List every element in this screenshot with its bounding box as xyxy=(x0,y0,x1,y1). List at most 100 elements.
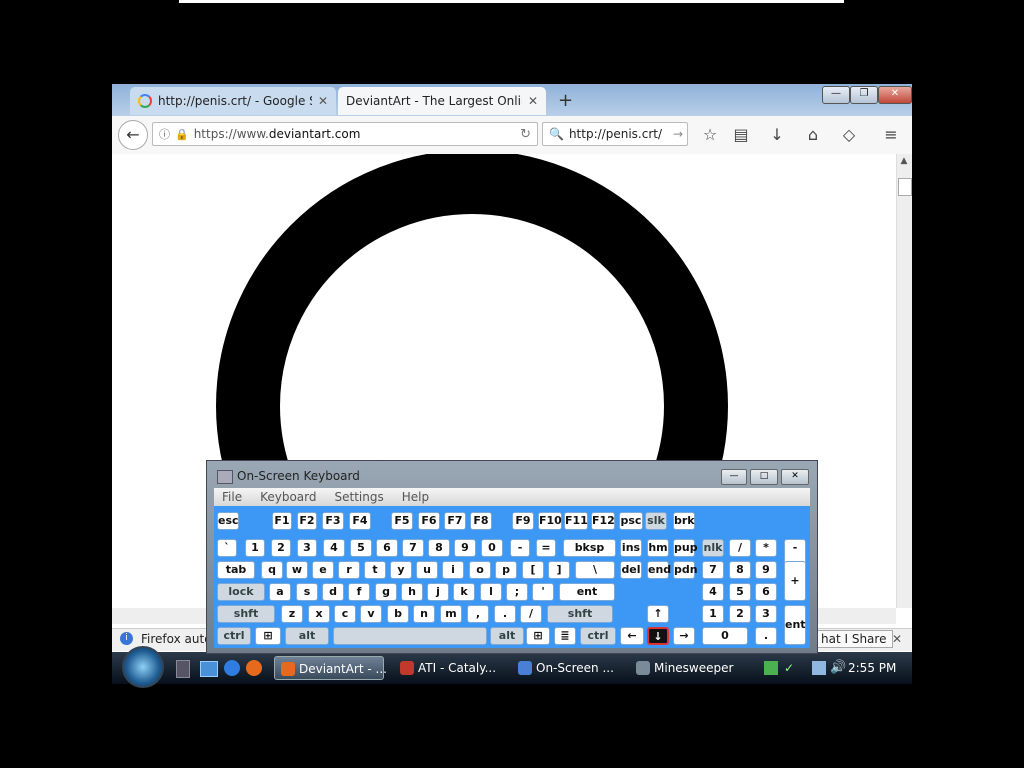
key-end[interactable]: end xyxy=(647,561,671,579)
key-m[interactable]: m xyxy=(440,605,462,623)
key-lock[interactable]: lock xyxy=(217,583,265,601)
key-u[interactable]: u xyxy=(416,561,438,579)
key-symbol[interactable]: = xyxy=(536,539,556,557)
ie-icon[interactable] xyxy=(224,660,240,676)
key-b[interactable]: b xyxy=(387,605,409,623)
taskbar-item-deviantart[interactable]: DeviantArt - ... xyxy=(274,656,387,680)
key-1[interactable]: 1 xyxy=(702,605,724,623)
key-F10[interactable]: F10 xyxy=(538,512,562,530)
key-s[interactable]: s xyxy=(296,583,318,601)
key-h[interactable]: h xyxy=(401,583,423,601)
key-4[interactable]: 4 xyxy=(323,539,345,557)
key-r[interactable]: r xyxy=(338,561,360,579)
key-symbol[interactable]: ; xyxy=(506,583,528,601)
key-ent[interactable]: ent xyxy=(784,605,806,645)
key-w[interactable]: w xyxy=(286,561,308,579)
firefox-icon[interactable] xyxy=(246,660,262,676)
key-a[interactable]: a xyxy=(269,583,291,601)
key-symbol[interactable]: ⊞ xyxy=(526,627,550,645)
reading-list-icon[interactable]: ▤ xyxy=(730,124,752,146)
key-5[interactable]: 5 xyxy=(729,583,751,601)
key-4[interactable]: 4 xyxy=(702,583,724,601)
info-icon[interactable]: ⓘ xyxy=(159,126,170,142)
key-symbol[interactable]: - xyxy=(510,539,530,557)
key-z[interactable]: z xyxy=(281,605,303,623)
menu-file[interactable]: File xyxy=(222,490,242,504)
key-0[interactable]: 0 xyxy=(481,539,503,557)
key-symbol[interactable]: . xyxy=(494,605,516,623)
search-go-icon[interactable]: → xyxy=(673,127,683,141)
key-brk[interactable]: brk xyxy=(673,512,695,530)
key-3[interactable]: 3 xyxy=(755,605,777,623)
start-button[interactable] xyxy=(122,646,164,688)
key-shft[interactable]: shft xyxy=(547,605,613,623)
key-esc[interactable]: esc xyxy=(217,512,239,530)
key-2[interactable]: 2 xyxy=(271,539,291,557)
key-i[interactable]: i xyxy=(442,561,464,579)
key-ins[interactable]: ins xyxy=(620,539,642,557)
key-8[interactable]: 8 xyxy=(428,539,450,557)
key-e[interactable]: e xyxy=(312,561,334,579)
key-symbol[interactable]: / xyxy=(520,605,542,623)
key-l[interactable]: l xyxy=(480,583,502,601)
minimize-button[interactable]: — xyxy=(822,86,850,104)
key-symbol[interactable]: * xyxy=(755,539,777,557)
key-o[interactable]: o xyxy=(469,561,491,579)
key-7[interactable]: 7 xyxy=(402,539,424,557)
key-x[interactable]: x xyxy=(308,605,330,623)
osk-maximize-button[interactable]: □ xyxy=(750,469,778,485)
new-tab-button[interactable]: + xyxy=(558,90,573,111)
taskbar-item-ati[interactable]: ATI - Cataly... xyxy=(394,656,504,680)
key-2[interactable]: 2 xyxy=(729,605,751,623)
home-icon[interactable]: ⌂ xyxy=(802,124,824,146)
key-F11[interactable]: F11 xyxy=(564,512,588,530)
key-symbol[interactable]: + xyxy=(784,561,806,601)
key-bksp[interactable]: bksp xyxy=(563,539,616,557)
clock[interactable]: 2:55 PM xyxy=(848,652,896,684)
taskbar-item-osk[interactable]: On-Screen ... xyxy=(512,656,622,680)
bookmark-star-icon[interactable]: ☆ xyxy=(699,124,721,146)
osk-close-button[interactable]: ✕ xyxy=(781,469,809,485)
key-pup[interactable]: pup xyxy=(673,539,698,557)
key-alt[interactable]: alt xyxy=(490,627,524,645)
key-symbol[interactable]: \ xyxy=(575,561,615,579)
key-ent[interactable]: ent xyxy=(559,583,615,601)
key-6[interactable]: 6 xyxy=(376,539,398,557)
pocket-icon[interactable]: ◇ xyxy=(838,124,860,146)
reload-icon[interactable]: ↻ xyxy=(520,127,531,142)
menu-icon[interactable]: ≡ xyxy=(880,124,902,146)
tray-network-icon[interactable] xyxy=(764,661,778,675)
menu-settings[interactable]: Settings xyxy=(335,490,384,504)
key-symbol[interactable]: ' xyxy=(532,583,554,601)
vertical-scrollbar[interactable]: ▲ xyxy=(896,154,912,608)
key-6[interactable]: 6 xyxy=(755,583,777,601)
osk-minimize-button[interactable]: — xyxy=(721,469,747,485)
key-ctrl[interactable]: ctrl xyxy=(580,627,616,645)
key-symbol[interactable]: ↓ xyxy=(647,627,669,645)
key-symbol[interactable]: ] xyxy=(548,561,570,579)
key-symbol[interactable]: [ xyxy=(522,561,544,579)
key-pdn[interactable]: pdn xyxy=(673,561,698,579)
key-symbol[interactable]: , xyxy=(467,605,489,623)
close-button[interactable]: ✕ xyxy=(878,86,912,104)
tab-deviantart[interactable]: DeviantArt - The Largest Onlin... ✕ xyxy=(338,87,546,115)
key-symbol[interactable]: → xyxy=(673,627,695,645)
key-F7[interactable]: F7 xyxy=(444,512,466,530)
key-symbol[interactable]: ≣ xyxy=(554,627,576,645)
key-n[interactable]: n xyxy=(413,605,435,623)
maximize-button[interactable]: ❐ xyxy=(850,86,878,104)
url-bar[interactable]: ⓘ 🔒 https://www. deviantart.com ↻ xyxy=(152,122,538,146)
key-psc[interactable]: psc xyxy=(619,512,643,530)
key-p[interactable]: p xyxy=(495,561,517,579)
key-symbol[interactable]: / xyxy=(729,539,751,557)
downloads-icon[interactable]: ↓ xyxy=(766,124,788,146)
key-F3[interactable]: F3 xyxy=(322,512,344,530)
key-F5[interactable]: F5 xyxy=(391,512,413,530)
key-F4[interactable]: F4 xyxy=(349,512,371,530)
key-nlk[interactable]: nlk xyxy=(702,539,724,557)
key-symbol[interactable]: ⊞ xyxy=(255,627,281,645)
search-bar[interactable]: 🔍 http://penis.crt/ → xyxy=(542,122,688,146)
taskbar-item-minesweeper[interactable]: Minesweeper xyxy=(630,656,740,680)
key-j[interactable]: j xyxy=(427,583,449,601)
key-tab[interactable]: tab xyxy=(217,561,255,579)
